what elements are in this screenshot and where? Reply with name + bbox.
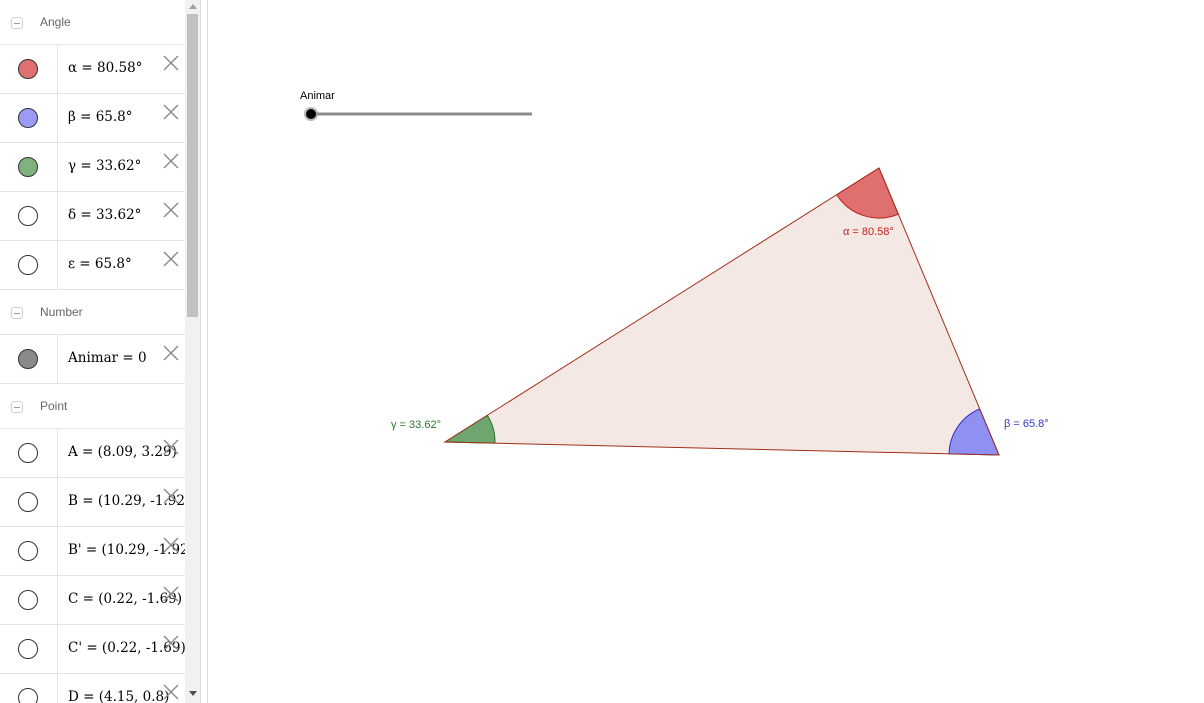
slider-label: Animar: [300, 90, 335, 102]
algebra-item[interactable]: δ = 33.62°: [0, 192, 185, 241]
angle-gamma-label: γ = 33.62°: [391, 419, 441, 431]
scroll-thumb[interactable]: [187, 14, 198, 317]
delete-close-icon[interactable]: [161, 535, 181, 555]
graphics-view[interactable]: Animar α = 80.58° β = 65.8° γ = 33.62°: [208, 0, 1204, 703]
visibility-cell[interactable]: [0, 527, 58, 575]
group-title: Point: [40, 399, 68, 413]
algebra-item-text[interactable]: ε = 65.8°: [68, 256, 132, 272]
visibility-cell[interactable]: [0, 94, 58, 142]
visibility-marble-icon[interactable]: [18, 206, 38, 226]
algebra-item-text[interactable]: Animar = 0: [68, 350, 147, 366]
visibility-cell[interactable]: [0, 478, 58, 526]
visibility-marble-icon[interactable]: [18, 639, 38, 659]
algebra-item[interactable]: γ = 33.62°: [0, 143, 185, 192]
delete-close-icon[interactable]: [161, 633, 181, 653]
algebra-item-text[interactable]: γ = 33.62°: [68, 158, 141, 174]
slider-handle[interactable]: [306, 109, 316, 119]
algebra-item-text[interactable]: β = 65.8°: [68, 109, 133, 125]
delete-close-icon[interactable]: [161, 200, 181, 220]
collapse-toggle-icon[interactable]: [11, 401, 23, 413]
delete-close-icon[interactable]: [161, 682, 181, 702]
algebra-item-text[interactable]: δ = 33.62°: [68, 207, 141, 223]
visibility-marble-icon[interactable]: [18, 349, 38, 369]
algebra-item[interactable]: C' = (0.22, -1.69): [0, 625, 186, 674]
visibility-marble-icon[interactable]: [18, 108, 38, 128]
algebra-view: Angle α = 80.58° β = 65.8° γ = 33.62° δ = 33…: [0, 0, 200, 703]
visibility-cell[interactable]: [0, 143, 58, 191]
angle-gamma-sector[interactable]: [443, 414, 496, 444]
algebra-item-text[interactable]: α = 80.58°: [68, 60, 142, 76]
collapse-toggle-icon[interactable]: [11, 17, 23, 29]
visibility-cell[interactable]: [0, 192, 58, 240]
angle-beta-label: β = 65.8°: [1004, 418, 1049, 430]
visibility-marble-icon[interactable]: [18, 255, 38, 275]
algebra-item[interactable]: D = (4.15, 0.8): [0, 674, 185, 703]
scroll-down-arrow-icon[interactable]: [189, 691, 197, 696]
visibility-marble-icon[interactable]: [18, 590, 38, 610]
algebra-item[interactable]: Animar = 0: [0, 335, 185, 384]
algebra-item[interactable]: C = (0.22, -1.69): [0, 576, 185, 625]
visibility-cell[interactable]: [0, 625, 58, 673]
graphics-canvas[interactable]: Animar α = 80.58° β = 65.8° γ = 33.62°: [208, 0, 1204, 703]
delete-close-icon[interactable]: [161, 584, 181, 604]
group-header-point[interactable]: Point: [0, 384, 185, 429]
collapse-toggle-icon[interactable]: [11, 307, 23, 319]
visibility-marble-icon[interactable]: [18, 443, 38, 463]
visibility-cell[interactable]: [0, 45, 58, 93]
delete-close-icon[interactable]: [161, 102, 181, 122]
angle-alpha-label: α = 80.58°: [843, 226, 894, 238]
group-header-number[interactable]: Number: [0, 290, 185, 335]
visibility-marble-icon[interactable]: [18, 688, 38, 703]
delete-close-icon[interactable]: [161, 249, 181, 269]
algebra-item[interactable]: ε = 65.8°: [0, 241, 185, 290]
visibility-cell[interactable]: [0, 335, 58, 383]
delete-close-icon[interactable]: [161, 486, 181, 506]
visibility-cell[interactable]: [0, 576, 58, 624]
group-title: Number: [40, 305, 83, 319]
visibility-marble-icon[interactable]: [18, 541, 38, 561]
visibility-cell[interactable]: [0, 429, 58, 477]
algebra-scrollbar[interactable]: [185, 0, 200, 703]
algebra-list: Angle α = 80.58° β = 65.8° γ = 33.62° δ = 33…: [0, 0, 194, 703]
scroll-up-arrow-icon[interactable]: [189, 4, 197, 9]
algebra-item[interactable]: B = (10.29, -1.92): [0, 478, 190, 527]
algebra-item[interactable]: A = (8.09, 3.29): [0, 429, 185, 478]
algebra-item[interactable]: β = 65.8°: [0, 94, 185, 143]
algebra-item[interactable]: α = 80.58°: [0, 45, 185, 94]
geogebra-app: Angle α = 80.58° β = 65.8° γ = 33.62° δ = 33…: [0, 0, 1204, 703]
group-title: Angle: [40, 15, 71, 29]
delete-close-icon[interactable]: [161, 343, 181, 363]
view-divider[interactable]: [200, 0, 208, 703]
algebra-item[interactable]: B' = (10.29, -1.92): [0, 527, 194, 576]
group-header-angle[interactable]: Angle: [0, 0, 185, 45]
delete-close-icon[interactable]: [161, 53, 181, 73]
delete-close-icon[interactable]: [161, 151, 181, 171]
algebra-item-text[interactable]: D = (4.15, 0.8): [68, 689, 169, 703]
visibility-marble-icon[interactable]: [18, 59, 38, 79]
triangle-polygon[interactable]: [445, 168, 999, 455]
visibility-marble-icon[interactable]: [18, 492, 38, 512]
visibility-cell[interactable]: [0, 241, 58, 289]
delete-close-icon[interactable]: [161, 437, 181, 457]
visibility-cell[interactable]: [0, 674, 58, 703]
visibility-marble-icon[interactable]: [18, 157, 38, 177]
